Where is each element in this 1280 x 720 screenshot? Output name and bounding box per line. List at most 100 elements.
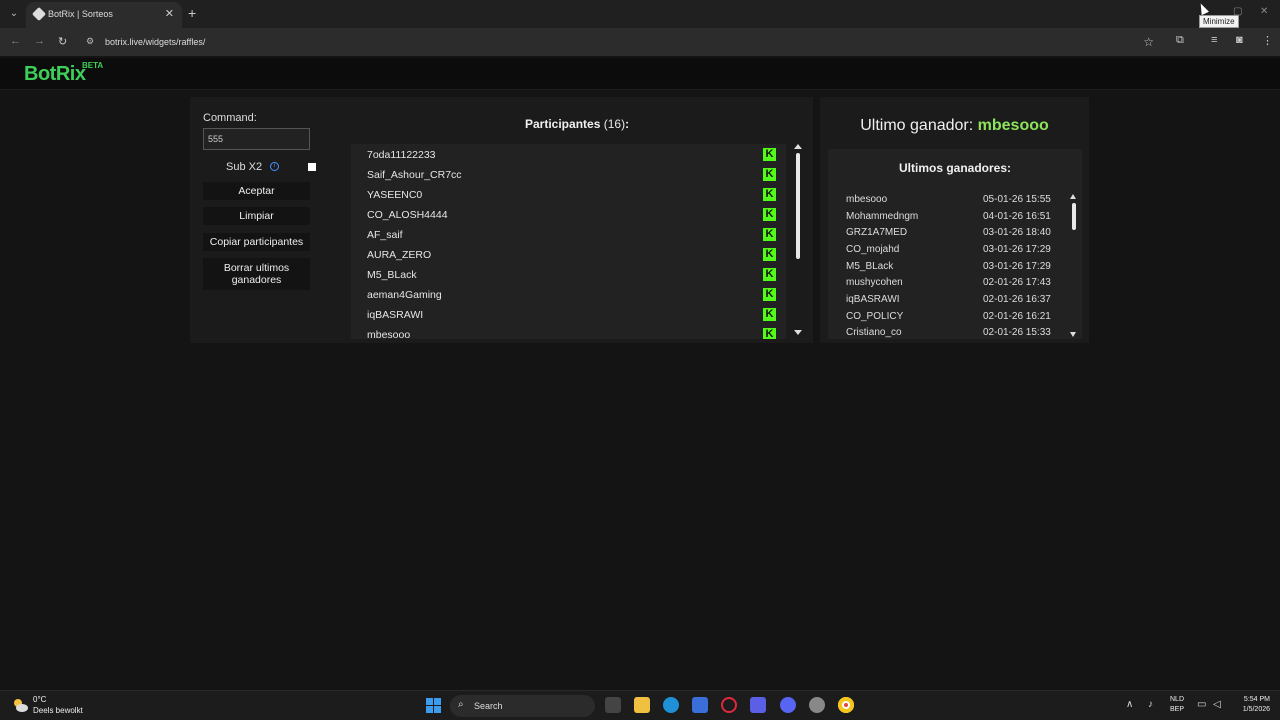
forward-icon[interactable]: →	[34, 35, 45, 47]
winner-date: 02-01-26 15:33	[983, 327, 1051, 338]
winners-scroll-up-icon[interactable]	[1070, 194, 1076, 199]
winner-name: M5_BLack	[846, 261, 894, 272]
list-item: Saif_Ashour_CR7cc	[367, 169, 462, 181]
kick-icon: K	[763, 208, 776, 221]
winner-name: iqBASRAWI	[846, 294, 900, 305]
media-icon[interactable]: ≡	[1211, 34, 1217, 46]
network-icon[interactable]: ▭	[1197, 699, 1206, 710]
list-item: AF_saif	[367, 229, 403, 241]
list-item: AURA_ZERO	[367, 249, 432, 261]
close-window-icon[interactable]: ✕	[1260, 6, 1268, 17]
mouse-cursor-icon	[1197, 1, 1209, 16]
edge-icon[interactable]	[663, 697, 679, 713]
participants-list[interactable]: 7oda11122233 K Saif_Ashour_CR7cc K YASEE…	[351, 144, 786, 339]
new-tab-icon[interactable]: +	[188, 5, 196, 21]
kick-icon: K	[763, 328, 776, 339]
list-item: iqBASRAWI	[367, 309, 424, 321]
reload-icon[interactable]: ↻	[58, 35, 67, 48]
taskbar-search[interactable]: ⌕ Search	[450, 695, 595, 717]
winner-date: 04-01-26 16:51	[983, 211, 1051, 222]
app-icon[interactable]	[750, 697, 766, 713]
store-icon[interactable]	[692, 697, 708, 713]
system-clock[interactable]: 5:54 PM 1/5/2026	[1228, 695, 1270, 715]
scroll-up-arrow-icon[interactable]	[794, 144, 802, 149]
tab-search-icon[interactable]: ⌄	[6, 6, 22, 22]
microphone-icon[interactable]: ♪	[1148, 699, 1153, 710]
file-explorer-icon[interactable]	[634, 697, 650, 713]
winner-date: 03-01-26 17:29	[983, 244, 1051, 255]
kick-icon: K	[763, 308, 776, 321]
winner-date: 02-01-26 17:43	[983, 277, 1051, 288]
last-winner-name: mbesooo	[977, 117, 1049, 134]
list-item: CO_ALOSH4444	[367, 209, 448, 221]
menu-icon[interactable]: ⋮	[1262, 34, 1273, 47]
bookmark-star-icon[interactable]: ☆	[1143, 35, 1154, 49]
winner-date: 02-01-26 16:21	[983, 311, 1051, 322]
browser-toolbar: ← → ↻ ⚙ botrix.live/widgets/raffles/ ☆ ⧉…	[0, 28, 1280, 56]
winner-date: 03-01-26 17:29	[983, 261, 1051, 272]
clear-button[interactable]: Limpiar	[203, 207, 310, 225]
discord-icon[interactable]	[780, 697, 796, 713]
participants-count: (16)	[603, 117, 626, 131]
language-indicator[interactable]: NLD BEP	[1170, 695, 1184, 715]
kick-icon: K	[763, 288, 776, 301]
windows-start-icon[interactable]	[426, 698, 442, 714]
list-item: M5_BLack	[367, 269, 417, 281]
app-header: BotRix BETA	[0, 58, 1280, 90]
tab-close-icon[interactable]: ✕	[165, 7, 174, 20]
winner-name: CO_mojahd	[846, 244, 900, 255]
weather-temp[interactable]: 0°C	[33, 695, 46, 704]
botrix-logo[interactable]: BotRix	[24, 63, 86, 86]
copy-participants-button[interactable]: Copiar participantes	[203, 233, 310, 251]
winner-name: Cristiano_co	[846, 327, 902, 338]
profile-icon[interactable]: ◙	[1236, 34, 1243, 46]
extensions-icon[interactable]: ⧉	[1176, 34, 1184, 47]
participants-scrollbar[interactable]	[796, 153, 800, 259]
chrome-icon[interactable]	[838, 697, 854, 713]
volume-icon[interactable]: ◁	[1213, 699, 1221, 710]
clear-winners-button[interactable]: Borrar ultimos ganadores	[203, 258, 310, 290]
minimize-tooltip: Minimize	[1199, 15, 1239, 28]
site-info-icon[interactable]: ⚙	[86, 36, 98, 48]
list-item: YASEENC0	[367, 189, 423, 201]
tab-title: BotRix | Sorteos	[48, 9, 113, 19]
info-icon[interactable]: i	[270, 162, 279, 171]
sub-x2-label: Sub X2	[226, 161, 263, 173]
winner-name: CO_POLICY	[846, 311, 904, 322]
list-item: mbesooo	[367, 329, 411, 339]
participants-title: Participantes (16):	[525, 117, 630, 131]
accept-button[interactable]: Aceptar	[203, 182, 310, 200]
page-content: BotRix BETA Command: Sub X2 i Aceptar Li…	[0, 58, 1280, 690]
winner-name: mushycohen	[846, 277, 903, 288]
command-input[interactable]	[203, 128, 310, 150]
task-view-icon[interactable]	[605, 697, 621, 713]
beta-badge: BETA	[82, 61, 104, 70]
winner-name: Mohammedngm	[846, 211, 919, 222]
weather-icon[interactable]	[12, 697, 28, 713]
browser-tab[interactable]: BotRix | Sorteos ✕	[26, 2, 182, 28]
url-text[interactable]: botrix.live/widgets/raffles/	[105, 37, 205, 47]
search-placeholder: Search	[474, 701, 503, 711]
address-bar[interactable]: ⚙ botrix.live/widgets/raffles/ ☆	[80, 31, 1162, 53]
botrix-favicon-icon	[31, 6, 47, 22]
sub-x2-checkbox[interactable]	[308, 163, 316, 171]
winner-name: mbesooo	[846, 194, 888, 205]
last-winner-heading: Ultimo ganador: mbesooo	[860, 117, 1049, 134]
last-winners-list[interactable]: Ultimos ganadores: mbesooo 05-01-26 15:5…	[828, 149, 1082, 339]
kick-icon: K	[763, 228, 776, 241]
steam-icon[interactable]	[809, 697, 825, 713]
browser-tabstrip: ⌄ BotRix | Sorteos ✕ + ▢ ✕ Minimize	[0, 0, 1280, 28]
raffle-card: Command: Sub X2 i Aceptar Limpiar Copiar…	[190, 97, 813, 343]
opera-icon[interactable]	[721, 697, 737, 713]
winners-scroll-down-icon[interactable]	[1070, 332, 1076, 337]
list-item: 7oda11122233	[367, 149, 436, 161]
winners-scrollbar[interactable]	[1072, 203, 1076, 230]
kick-icon: K	[763, 188, 776, 201]
scroll-down-arrow-icon[interactable]	[794, 330, 802, 335]
command-label: Command:	[203, 112, 257, 124]
weather-desc[interactable]: Deels bewolkt	[33, 706, 83, 715]
search-icon: ⌕	[458, 699, 464, 710]
winners-card: Ultimo ganador: mbesooo Ultimos ganadore…	[820, 97, 1089, 343]
tray-overflow-icon[interactable]: ∧	[1126, 699, 1133, 710]
back-icon[interactable]: ←	[10, 35, 21, 47]
